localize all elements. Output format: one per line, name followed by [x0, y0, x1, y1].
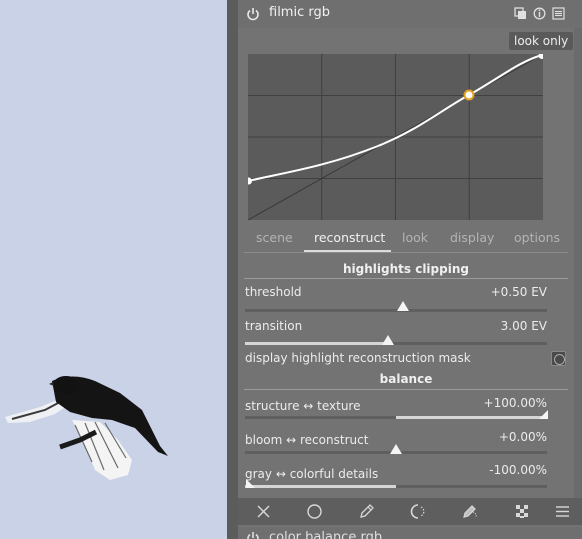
- module-header[interactable]: filmic rgb: [238, 0, 582, 28]
- pencil-icon[interactable]: [358, 503, 375, 520]
- power-icon[interactable]: [246, 7, 260, 21]
- gray-colorful-label: gray ↔ colorful details: [245, 467, 379, 481]
- tab-reconstruct[interactable]: reconstruct: [314, 230, 385, 245]
- next-module-title: color balance rgb: [269, 530, 383, 539]
- section-divider: [244, 278, 568, 279]
- bloom-reconstruct-handle[interactable]: [389, 443, 403, 455]
- transition-label: transition: [245, 319, 303, 333]
- bloom-reconstruct-slider[interactable]: [245, 444, 547, 454]
- threshold-slider[interactable]: [245, 301, 547, 312]
- menu-icon[interactable]: [554, 503, 571, 520]
- tab-options[interactable]: options: [514, 230, 560, 245]
- transition-slider-fill: [245, 342, 387, 345]
- checker-icon[interactable]: [514, 503, 531, 520]
- bird-photo: [0, 0, 227, 539]
- right-panel: filmic rgb look only scene reconstruct l…: [238, 0, 582, 539]
- pencil-parametric-icon[interactable]: [462, 503, 479, 520]
- curve-point-grey[interactable]: [463, 89, 475, 101]
- tab-scene[interactable]: scene: [256, 230, 293, 245]
- transition-slider-handle[interactable]: [381, 334, 395, 346]
- panel-scrollbar[interactable]: [574, 28, 582, 498]
- gray-colorful-value: -100.00%: [489, 463, 547, 477]
- section-title-highlights: highlights clipping: [343, 262, 469, 276]
- power-icon[interactable]: [246, 531, 260, 539]
- tab-display[interactable]: display: [450, 230, 494, 245]
- tab-look[interactable]: look: [402, 230, 428, 245]
- filmic-curve-graph[interactable]: [248, 54, 543, 220]
- structure-texture-fill: [396, 416, 547, 419]
- gray-colorful-fill: [245, 485, 396, 488]
- tabs-divider: [244, 252, 568, 253]
- structure-texture-value: +100.00%: [483, 396, 547, 410]
- mask-toggle-button[interactable]: [551, 351, 566, 366]
- structure-texture-label: structure ↔ texture: [245, 399, 361, 413]
- bloom-reconstruct-label: bloom ↔ reconstruct: [245, 433, 369, 447]
- gray-colorful-handle[interactable]: [245, 479, 255, 489]
- threshold-value: +0.50 EV: [490, 285, 547, 299]
- close-icon[interactable]: [255, 503, 272, 520]
- structure-texture-handle[interactable]: [539, 410, 549, 420]
- look-only-badge: look only: [509, 32, 574, 50]
- gray-colorful-slider[interactable]: [245, 479, 547, 488]
- brush-circle-icon[interactable]: [410, 503, 427, 520]
- threshold-slider-handle[interactable]: [396, 300, 410, 312]
- blend-mask-toolbar: [238, 498, 582, 525]
- transition-value: 3.00 EV: [500, 319, 547, 333]
- bloom-reconstruct-value: +0.00%: [498, 430, 547, 444]
- image-preview: [0, 0, 227, 539]
- multi-instance-icon[interactable]: [514, 7, 527, 20]
- module-title: filmic rgb: [269, 5, 330, 20]
- section-divider: [244, 389, 568, 390]
- module-tabs: scene reconstruct look display options: [238, 230, 582, 252]
- circle-icon[interactable]: [306, 503, 323, 520]
- reset-icon[interactable]: [533, 7, 546, 20]
- structure-texture-slider[interactable]: [245, 410, 548, 419]
- panel-divider: [227, 0, 238, 539]
- next-module-header[interactable]: color balance rgb: [238, 527, 582, 539]
- threshold-label: threshold: [245, 285, 302, 299]
- mask-label: display highlight reconstruction mask: [245, 351, 471, 365]
- presets-menu-icon[interactable]: [552, 7, 565, 20]
- transition-slider[interactable]: [245, 335, 547, 345]
- section-title-balance: balance: [379, 372, 433, 386]
